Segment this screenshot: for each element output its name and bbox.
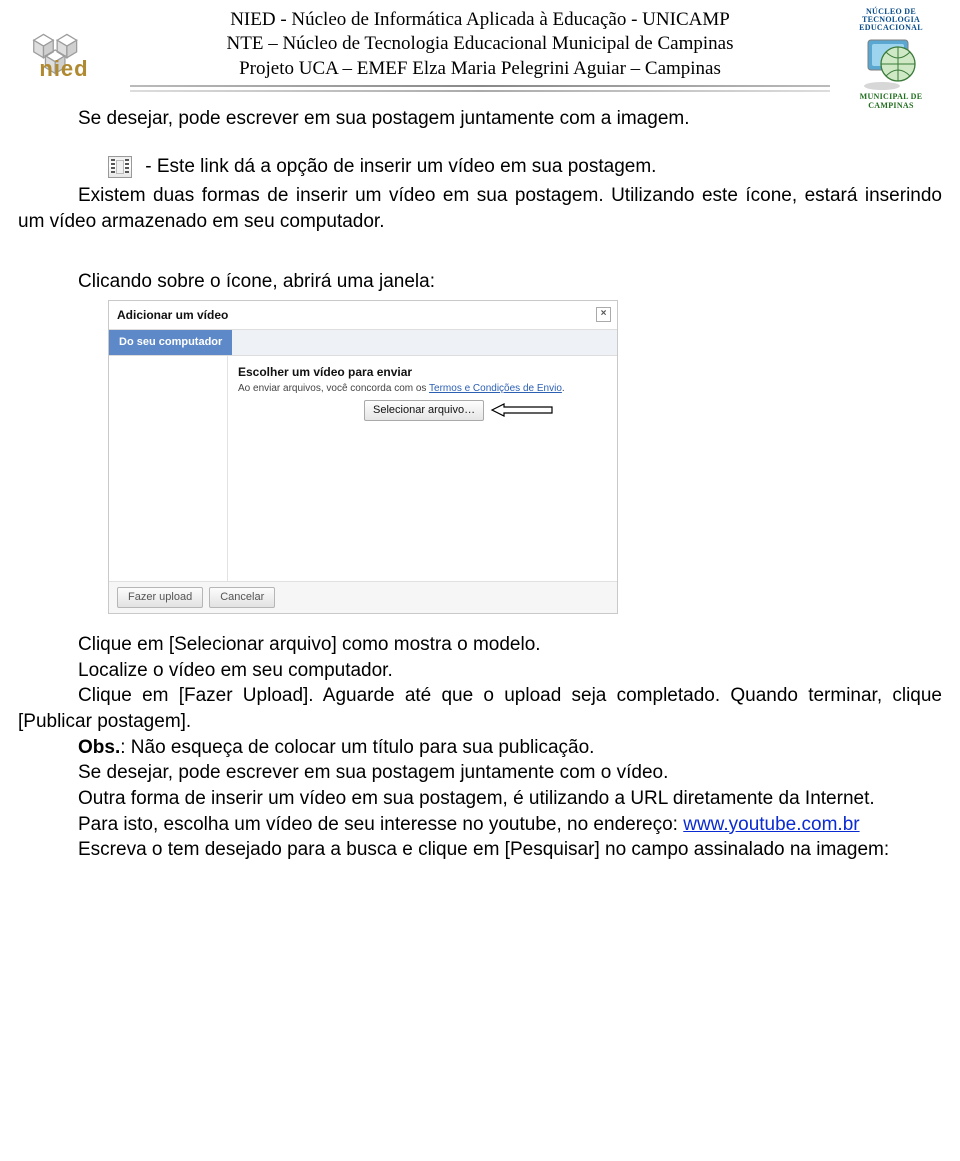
- dialog-terms: Ao enviar arquivos, você concorda com os…: [238, 382, 607, 396]
- dialog-subtitle: Escolher um vídeo para enviar: [238, 364, 607, 380]
- paragraph: Localize o vídeo em seu computador.: [18, 658, 942, 684]
- dialog-footer: Fazer upload Cancelar: [109, 581, 617, 613]
- left-logo-text: nied: [24, 56, 104, 82]
- upload-button[interactable]: Fazer upload: [117, 587, 203, 608]
- paragraph: Clique em [Fazer Upload]. Aguarde até qu…: [18, 683, 942, 734]
- pointer-arrow-icon: [490, 402, 554, 418]
- paragraph: Clicando sobre o ícone, abrirá uma janel…: [18, 269, 942, 295]
- paragraph-video-link: - Este link dá a opção de inserir um víd…: [18, 154, 942, 180]
- obs-label: Obs.: [78, 737, 120, 758]
- document-body: Se desejar, pode escrever em sua postage…: [18, 106, 942, 863]
- terms-suffix: .: [562, 383, 565, 394]
- paragraph-youtube: Para isto, escolha um vídeo de seu inter…: [18, 812, 942, 838]
- right-logo-top-text: NÚCLEO DE TECNOLOGIA EDUCACIONAL: [846, 8, 936, 32]
- paragraph-obs: Obs.: Não esqueça de colocar um título p…: [18, 735, 942, 761]
- close-icon[interactable]: ×: [596, 307, 611, 322]
- right-logo-bottom-text: MUNICIPAL DE CAMPINAS: [846, 92, 936, 110]
- cancel-button[interactable]: Cancelar: [209, 587, 275, 608]
- paragraph: Outra forma de inserir um vídeo em sua p…: [18, 786, 942, 812]
- right-logo: NÚCLEO DE TECNOLOGIA EDUCACIONAL MUNICIP…: [846, 8, 936, 110]
- dialog-title: Adicionar um vídeo: [117, 308, 228, 322]
- globe-monitor-icon: [862, 34, 920, 92]
- youtube-lead: Para isto, escolha um vídeo de seu inter…: [78, 814, 678, 835]
- add-video-dialog: Adicionar um vídeo × Do seu computador E…: [108, 300, 618, 614]
- obs-rest: : Não esqueça de colocar um título para …: [120, 737, 594, 758]
- paragraph: Clique em [Selecionar arquivo] como most…: [18, 632, 942, 658]
- header-underline: [130, 85, 830, 92]
- document-header: nied NÚCLEO DE TECNOLOGIA EDUCACIONAL MU…: [18, 8, 942, 96]
- video-link-text: - Este link dá a opção de inserir um víd…: [145, 156, 656, 177]
- dialog-left-pane: [109, 356, 228, 581]
- header-line-1: NIED - Núcleo de Informática Aplicada à …: [18, 8, 942, 32]
- header-line-3: Projeto UCA – EMEF Elza Maria Pelegrini …: [18, 57, 942, 81]
- dialog-right-pane: Escolher um vídeo para enviar Ao enviar …: [228, 356, 617, 581]
- left-logo: nied: [24, 8, 102, 92]
- terms-prefix: Ao enviar arquivos, você concorda com os: [238, 383, 429, 394]
- paragraph: Se desejar, pode escrever em sua postage…: [18, 106, 942, 132]
- youtube-link[interactable]: www.youtube.com.br: [683, 814, 859, 835]
- select-file-button[interactable]: Selecionar arquivo…: [364, 400, 484, 421]
- tab-from-computer[interactable]: Do seu computador: [109, 330, 232, 355]
- dialog-tabbar: Do seu computador: [109, 329, 617, 356]
- film-icon[interactable]: [108, 156, 132, 178]
- header-lines: NIED - Núcleo de Informática Aplicada à …: [18, 8, 942, 81]
- header-line-2: NTE – Núcleo de Tecnologia Educacional M…: [18, 32, 942, 56]
- paragraph: Existem duas formas de inserir um vídeo …: [18, 183, 942, 234]
- dialog-title-bar: Adicionar um vídeo ×: [109, 301, 617, 329]
- terms-link[interactable]: Termos e Condições de Envio: [429, 383, 562, 394]
- paragraph: Se desejar, pode escrever em sua postage…: [18, 760, 942, 786]
- paragraph: Escreva o tem desejado para a busca e cl…: [18, 837, 942, 863]
